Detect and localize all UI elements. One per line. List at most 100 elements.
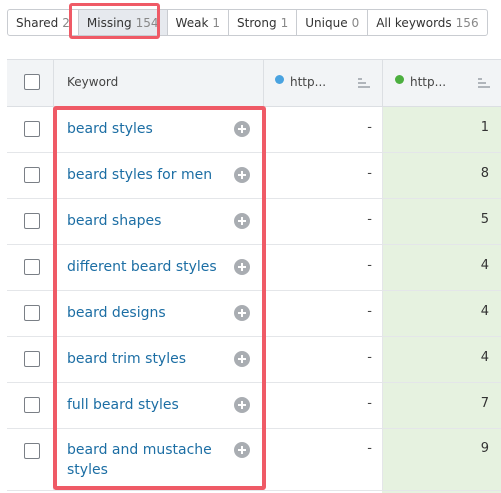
sort-icon[interactable] bbox=[478, 78, 490, 88]
domain2-position: 4 bbox=[480, 304, 489, 319]
row-checkbox[interactable] bbox=[24, 259, 40, 275]
domain2-position: 4 bbox=[480, 258, 489, 273]
column-divider bbox=[382, 245, 383, 290]
row-checkbox[interactable] bbox=[24, 213, 40, 229]
keywords-table: Keyword http... http... beard styles -1 be… bbox=[7, 59, 501, 493]
table-row: beard styles for men - 8 bbox=[7, 153, 501, 199]
domain1-position: - bbox=[367, 212, 372, 227]
column-divider bbox=[53, 153, 54, 198]
tab-all-keywords[interactable]: All keywords 156 bbox=[368, 10, 486, 35]
tab-missing[interactable]: Missing 154 bbox=[78, 10, 168, 35]
column-divider bbox=[382, 383, 383, 428]
domain1-position: - bbox=[367, 304, 372, 319]
column-divider bbox=[382, 153, 383, 198]
keyword-link[interactable]: beard shapes bbox=[67, 211, 232, 231]
column-divider bbox=[53, 60, 54, 106]
table-row: beard and mustache styles - 9 bbox=[7, 429, 501, 491]
add-keyword-icon[interactable] bbox=[234, 121, 250, 137]
column-divider bbox=[263, 383, 264, 428]
column-divider bbox=[382, 199, 383, 244]
tab-label: Weak bbox=[175, 15, 209, 30]
tab-count: 2 bbox=[62, 15, 70, 30]
keyword-filter-tabs: Shared 2 Missing 154 Weak 1 Strong 1 Uni… bbox=[7, 9, 488, 36]
column-divider bbox=[263, 107, 264, 152]
tab-label: Unique bbox=[305, 15, 348, 30]
tab-count: 156 bbox=[455, 15, 479, 30]
tab-weak[interactable]: Weak 1 bbox=[168, 10, 230, 35]
domain1-column-header[interactable]: http... bbox=[290, 75, 326, 89]
tab-shared[interactable]: Shared 2 bbox=[8, 10, 79, 35]
row-checkbox[interactable] bbox=[24, 397, 40, 413]
add-keyword-icon[interactable] bbox=[234, 305, 250, 321]
row-checkbox[interactable] bbox=[24, 443, 40, 459]
column-divider bbox=[263, 337, 264, 382]
keyword-link[interactable]: beard designs bbox=[67, 303, 232, 323]
keyword-link[interactable]: beard trim styles bbox=[67, 349, 232, 369]
domain1-position: - bbox=[367, 350, 372, 365]
tab-label: All keywords bbox=[376, 15, 452, 30]
tab-count: 1 bbox=[212, 15, 221, 30]
column-divider bbox=[53, 199, 54, 244]
tab-label: Shared bbox=[16, 15, 59, 30]
domain2-position: 1 bbox=[480, 120, 489, 135]
table-row: beard shapes - 5 bbox=[7, 199, 501, 245]
column-divider bbox=[382, 291, 383, 336]
domain2-column-header[interactable]: http... bbox=[410, 75, 446, 89]
column-divider bbox=[263, 245, 264, 290]
domain2-position: 8 bbox=[480, 166, 489, 181]
table-row: different beard styles - 4 bbox=[7, 245, 501, 291]
domain2-position: 7 bbox=[480, 396, 489, 411]
domain1-dot-icon bbox=[275, 75, 284, 84]
add-keyword-icon[interactable] bbox=[234, 351, 250, 367]
column-divider bbox=[263, 291, 264, 336]
domain1-position: - bbox=[367, 441, 372, 456]
table-header: Keyword http... http... bbox=[7, 60, 501, 107]
select-all-checkbox[interactable] bbox=[24, 74, 40, 90]
column-divider bbox=[53, 383, 54, 428]
tab-unique[interactable]: Unique 0 bbox=[297, 10, 369, 35]
add-keyword-icon[interactable] bbox=[234, 167, 250, 183]
keyword-link[interactable]: beard styles bbox=[67, 119, 232, 139]
domain1-position: - bbox=[367, 166, 372, 181]
domain2-dot-icon bbox=[395, 75, 404, 84]
keyword-link[interactable]: full beard styles bbox=[67, 395, 232, 415]
row-checkbox[interactable] bbox=[24, 167, 40, 183]
domain1-position: - bbox=[367, 396, 372, 411]
column-divider bbox=[382, 429, 383, 490]
domain1-position: - bbox=[367, 120, 372, 135]
domain1-position: - bbox=[367, 258, 372, 273]
tab-label: Missing bbox=[86, 15, 132, 30]
add-keyword-icon[interactable] bbox=[234, 213, 250, 229]
row-checkbox[interactable] bbox=[24, 351, 40, 367]
table-row: beard styles - 1 bbox=[7, 107, 501, 153]
add-keyword-icon[interactable] bbox=[234, 442, 250, 458]
column-divider bbox=[382, 107, 383, 152]
column-divider bbox=[53, 107, 54, 152]
column-divider bbox=[263, 153, 264, 198]
column-divider bbox=[382, 60, 383, 106]
column-divider bbox=[263, 429, 264, 490]
add-keyword-icon[interactable] bbox=[234, 397, 250, 413]
domain2-position: 5 bbox=[480, 212, 489, 227]
tab-strong[interactable]: Strong 1 bbox=[229, 10, 298, 35]
sort-icon[interactable] bbox=[358, 78, 370, 88]
column-divider bbox=[382, 337, 383, 382]
row-checkbox[interactable] bbox=[24, 121, 40, 137]
keyword-link[interactable]: beard styles for men bbox=[67, 165, 232, 185]
table-row: beard trim styles - 4 bbox=[7, 337, 501, 383]
keyword-link[interactable]: beard and mustache styles bbox=[67, 440, 232, 480]
add-keyword-icon[interactable] bbox=[234, 259, 250, 275]
tab-label: Strong bbox=[237, 15, 277, 30]
column-divider bbox=[263, 199, 264, 244]
keyword-column-header[interactable]: Keyword bbox=[67, 75, 118, 89]
tab-count: 0 bbox=[351, 15, 360, 30]
table-row: full beard styles - 7 bbox=[7, 383, 501, 429]
domain2-position: 9 bbox=[480, 441, 489, 456]
keyword-link[interactable]: different beard styles bbox=[67, 257, 232, 277]
row-checkbox[interactable] bbox=[24, 305, 40, 321]
tab-count: 154 bbox=[135, 15, 159, 30]
table-row: beard designs - 4 bbox=[7, 291, 501, 337]
column-divider bbox=[263, 60, 264, 106]
column-divider bbox=[53, 245, 54, 290]
column-divider bbox=[53, 291, 54, 336]
